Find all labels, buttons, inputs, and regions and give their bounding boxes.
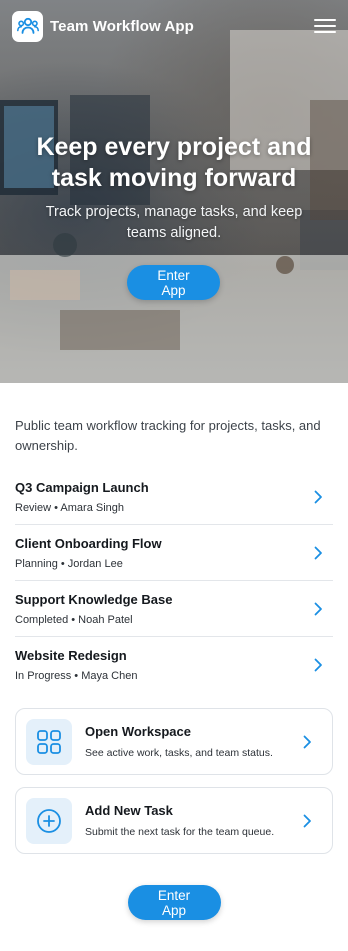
action-cards: Open Workspace See active work, tasks, a…: [15, 708, 333, 854]
card-title: Open Workspace: [85, 724, 191, 739]
project-list-item[interactable]: Q3 Campaign Launch Review • Amara Singh: [15, 469, 333, 525]
chevron-right-icon: [303, 735, 311, 748]
project-title: Client Onboarding Flow: [15, 535, 162, 551]
project-title: Support Knowledge Base: [15, 591, 173, 607]
hamburger-menu-icon[interactable]: [314, 15, 336, 37]
enter-app-button-bottom[interactable]: Enter App: [127, 885, 221, 920]
add-new-task-card[interactable]: Add New Task Submit the next task for th…: [15, 787, 333, 854]
chevron-right-icon: [314, 602, 322, 615]
top-navigation-bar: Team Workflow App: [0, 0, 348, 52]
intro-text: Public team workflow tracking for projec…: [15, 418, 321, 453]
project-meta: Review • Amara Singh: [15, 501, 125, 514]
project-list-item[interactable]: Website Redesign In Progress • Maya Chen: [15, 637, 333, 693]
project-list: Q3 Campaign Launch Review • Amara Singh …: [15, 469, 333, 693]
project-title: Website Redesign: [15, 648, 127, 663]
chevron-right-icon: [314, 658, 322, 672]
project-meta: Completed • Noah Patel: [15, 613, 133, 626]
hero-title: Keep every project and task moving forwa…: [36, 133, 312, 192]
team-people-icon[interactable]: [12, 10, 43, 42]
chevron-right-icon: [314, 490, 322, 503]
chevron-right-icon: [303, 814, 311, 827]
main-content: Public team workflow tracking for projec…: [0, 416, 348, 920]
hero-subtitle: Track projects, manage tasks, and keep t…: [45, 204, 303, 241]
chevron-right-icon: [314, 546, 322, 559]
card-description: See active work, tasks, and team status.: [85, 747, 273, 759]
card-description: Submit the next task for the team queue.: [85, 826, 275, 838]
project-title: Q3 Campaign Launch: [15, 479, 149, 495]
card-title: Add New Task: [85, 803, 173, 818]
project-list-item[interactable]: Support Knowledge Base Completed • Noah …: [15, 581, 333, 637]
hero-section: Team Workflow App Keep every project and…: [0, 0, 348, 383]
project-meta: In Progress • Maya Chen: [15, 670, 138, 682]
app-name: Team Workflow App: [50, 17, 194, 35]
plus-circle-icon: [26, 797, 72, 844]
project-list-item[interactable]: Client Onboarding Flow Planning • Jordan…: [15, 525, 333, 581]
project-meta: Planning • Jordan Lee: [15, 557, 123, 570]
grid-icon: [26, 718, 72, 765]
enter-app-button[interactable]: Enter App: [127, 265, 220, 300]
footer-cta: Enter App: [15, 885, 333, 920]
open-workspace-card[interactable]: Open Workspace See active work, tasks, a…: [15, 708, 333, 775]
